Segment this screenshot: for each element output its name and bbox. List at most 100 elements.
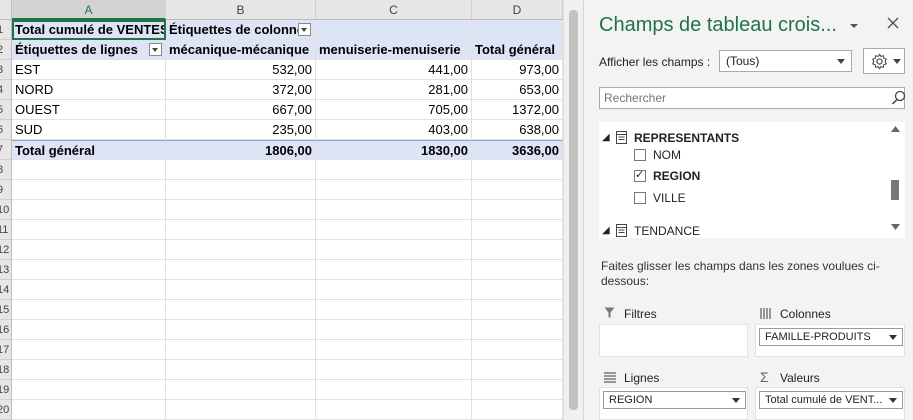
column-header-mecanique[interactable]: mécanique-mécanique (166, 40, 316, 60)
empty-cell[interactable] (316, 280, 472, 300)
row-header[interactable]: 3 (0, 60, 12, 80)
scrollbar-thumb[interactable] (891, 180, 899, 200)
value-cell[interactable]: 281,00 (316, 80, 472, 100)
scrollbar-thumb[interactable] (569, 10, 578, 410)
column-labels-cell[interactable]: Étiquettes de colonnes (166, 20, 316, 40)
column-header-menuiserie[interactable]: menuiserie-menuiserie (316, 40, 472, 60)
empty-cell[interactable] (12, 320, 166, 340)
spreadsheet-grid[interactable]: A B C D 1 2 3 4 5 6 7 8 9 10 11 12 13 14… (0, 0, 563, 420)
empty-cell[interactable] (472, 340, 563, 360)
field-list-scrollbar[interactable] (888, 122, 902, 238)
empty-cell[interactable] (166, 240, 316, 260)
row-header[interactable]: 1 (0, 20, 12, 40)
row-header[interactable]: 8 (0, 160, 12, 180)
empty-cell[interactable] (12, 180, 166, 200)
empty-cell[interactable] (166, 340, 316, 360)
column-header-c[interactable]: C (316, 0, 472, 20)
empty-cell[interactable] (166, 320, 316, 340)
columns-drop-area[interactable]: FAMILLE-PRODUITS (755, 324, 905, 357)
value-cell[interactable]: 441,00 (316, 60, 472, 80)
rows-field-pill[interactable]: REGION (603, 391, 746, 409)
empty-cell[interactable] (316, 20, 472, 40)
empty-cell[interactable] (472, 260, 563, 280)
values-field-pill[interactable]: Total cumulé de VENT... (759, 391, 903, 409)
grid-vertical-scrollbar[interactable] (563, 0, 583, 420)
empty-cell[interactable] (166, 220, 316, 240)
select-all-corner[interactable] (0, 0, 12, 20)
empty-cell[interactable] (472, 200, 563, 220)
empty-cell[interactable] (12, 360, 166, 380)
value-cell[interactable]: 403,00 (316, 120, 472, 140)
empty-cell[interactable] (316, 220, 472, 240)
empty-cell[interactable] (12, 280, 166, 300)
field-list[interactable]: ◢ REPRESENTANTS NOM REGION VILLE ◢ TENDA… (599, 122, 905, 238)
values-drop-area[interactable]: Total cumulé de VENT... (755, 387, 905, 420)
row-header[interactable]: 6 (0, 120, 12, 140)
empty-cell[interactable] (316, 240, 472, 260)
field-label-nom[interactable]: NOM (653, 148, 681, 162)
field-checkbox-region[interactable] (634, 168, 646, 182)
empty-cell[interactable] (166, 280, 316, 300)
empty-cell[interactable] (316, 200, 472, 220)
empty-cell[interactable] (472, 400, 563, 420)
empty-cell[interactable] (472, 240, 563, 260)
field-checkbox-nom[interactable] (634, 149, 646, 161)
row-header[interactable]: 9 (0, 180, 12, 200)
value-cell[interactable]: 705,00 (316, 100, 472, 120)
empty-cell[interactable] (316, 380, 472, 400)
column-header-total[interactable]: Total général (472, 40, 563, 60)
empty-cell[interactable] (316, 300, 472, 320)
empty-cell[interactable] (166, 200, 316, 220)
row-header[interactable]: 14 (0, 280, 12, 300)
empty-cell[interactable] (12, 340, 166, 360)
row-header[interactable]: 2 (0, 40, 12, 60)
value-cell[interactable]: 235,00 (166, 120, 316, 140)
row-header[interactable]: 19 (0, 380, 12, 400)
row-header[interactable]: 15 (0, 300, 12, 320)
row-header[interactable]: 16 (0, 320, 12, 340)
value-cell[interactable]: 638,00 (472, 120, 563, 140)
row-label[interactable]: OUEST (12, 100, 166, 120)
empty-cell[interactable] (12, 220, 166, 240)
collapse-icon[interactable]: ◢ (602, 225, 610, 236)
row-header[interactable]: 11 (0, 220, 12, 240)
empty-cell[interactable] (166, 360, 316, 380)
empty-cell[interactable] (12, 300, 166, 320)
show-fields-select[interactable]: (Tous) (719, 50, 852, 72)
row-header[interactable]: 5 (0, 100, 12, 120)
empty-cell[interactable] (472, 380, 563, 400)
pivot-value-field-cell[interactable]: Total cumulé de VENTES (12, 20, 166, 40)
row-header[interactable]: 7 (0, 140, 12, 160)
grand-total-label[interactable]: Total général (12, 140, 166, 160)
empty-cell[interactable] (12, 380, 166, 400)
empty-cell[interactable] (166, 380, 316, 400)
field-search-input[interactable] (599, 87, 905, 109)
close-icon[interactable] (887, 16, 899, 32)
empty-cell[interactable] (166, 300, 316, 320)
field-checkbox-ville[interactable] (634, 192, 646, 204)
row-header[interactable]: 4 (0, 80, 12, 100)
pane-options-chevron-icon[interactable] (849, 17, 859, 33)
empty-cell[interactable] (472, 220, 563, 240)
columns-field-pill[interactable]: FAMILLE-PRODUITS (759, 328, 903, 346)
field-list-settings-button[interactable] (863, 48, 905, 74)
empty-cell[interactable] (12, 260, 166, 280)
row-header[interactable]: 17 (0, 340, 12, 360)
column-header-a[interactable]: A (12, 0, 166, 20)
empty-cell[interactable] (472, 160, 563, 180)
row-header[interactable]: 20 (0, 400, 12, 420)
empty-cell[interactable] (316, 400, 472, 420)
value-cell[interactable]: 667,00 (166, 100, 316, 120)
column-header-b[interactable]: B (166, 0, 316, 20)
empty-cell[interactable] (166, 180, 316, 200)
collapse-icon[interactable]: ◢ (602, 132, 610, 143)
empty-cell[interactable] (166, 160, 316, 180)
empty-cell[interactable] (12, 400, 166, 420)
row-label[interactable]: EST (12, 60, 166, 80)
empty-cell[interactable] (166, 400, 316, 420)
empty-cell[interactable] (316, 340, 472, 360)
value-cell[interactable]: 1372,00 (472, 100, 563, 120)
row-header[interactable]: 13 (0, 260, 12, 280)
empty-cell[interactable] (472, 320, 563, 340)
empty-cell[interactable] (316, 360, 472, 380)
